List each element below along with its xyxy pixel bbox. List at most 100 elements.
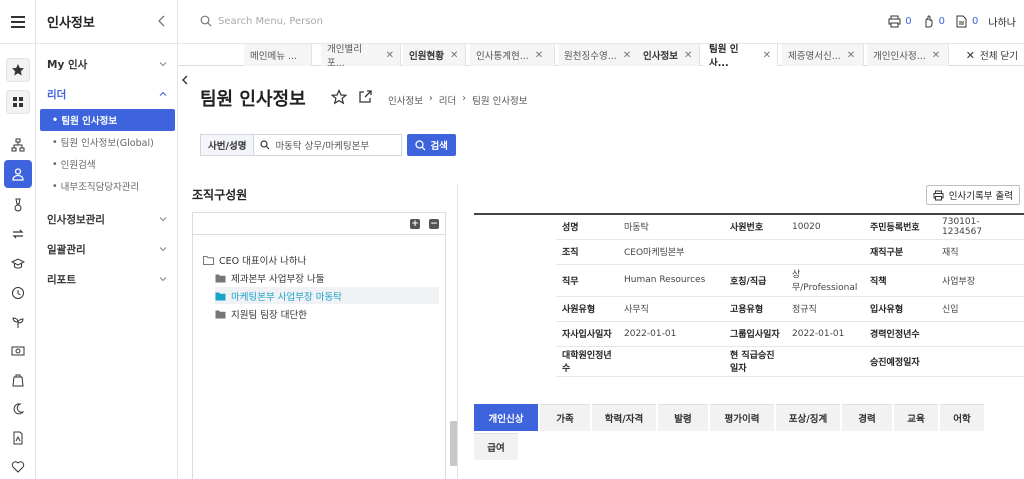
heart-icon[interactable] — [6, 455, 30, 479]
close-icon[interactable]: ✕ — [450, 50, 458, 61]
sidebar-group-leader[interactable]: 리더 — [36, 79, 177, 109]
chevron-down-icon — [159, 277, 167, 282]
top-bar: Search Menu, Person 0 0 0 나하나 — [178, 0, 1024, 44]
open-tabs: 메인메뉴 ... 개인별리포... ✕ 인원현황 ✕ 인사통계현... ✕ 원천징수영… — [178, 44, 1024, 69]
favorites-icon[interactable] — [6, 58, 30, 82]
panel-divider — [457, 184, 458, 479]
tree-node-child-selected[interactable]: 마케팅본부 사업부장 마동탁 — [215, 287, 439, 304]
sidebar-item-people-search[interactable]: • 인원검색 — [40, 153, 175, 175]
close-icon: ✕ — [965, 48, 976, 62]
sidebar-item-team-info-global[interactable]: • 팀원 인사정보(Global) — [40, 131, 175, 153]
tab-evaluation[interactable]: 평가이력 — [710, 404, 774, 431]
tab-personal-hr[interactable]: 개인인사정... ✕ — [867, 44, 949, 66]
sidebar-group-my[interactable]: My 인사 — [36, 49, 177, 79]
search-icon — [260, 140, 270, 150]
print-queue[interactable]: 0 — [888, 15, 912, 28]
search-icon — [200, 15, 212, 27]
folder-icon — [215, 292, 226, 300]
hand-icon — [925, 15, 933, 28]
sidebar-item-org-manager[interactable]: • 내부조직담당자관리 — [40, 175, 175, 197]
sidebar-group-hr-manage[interactable]: 인사정보관리 — [36, 204, 177, 234]
folder-icon — [215, 310, 226, 318]
tree-node-child[interactable]: 지원팀 팀장 대단한 — [215, 305, 307, 322]
tree-node-child[interactable]: 제과본부 사업부장 나둘 — [215, 269, 324, 286]
tab-headcount[interactable]: 인원현황 ✕ — [403, 44, 466, 66]
tab-personal-report[interactable]: 개인별리포... ✕ — [321, 44, 401, 69]
user-name[interactable]: 나하나 — [988, 14, 1016, 29]
external-link-icon[interactable] — [358, 89, 373, 104]
tab-family[interactable]: 가족 — [540, 404, 590, 431]
tree-node-root[interactable]: CEO 대표이사 나하나 — [203, 251, 306, 268]
medal-icon[interactable] — [6, 193, 30, 217]
tab-certificate[interactable]: 제증명서신... ✕ — [782, 44, 864, 66]
tab-training[interactable]: 교육 — [894, 404, 938, 431]
close-all-button[interactable]: ✕ 전체 닫기 — [966, 44, 1018, 66]
sidebar: 인사정보 My 인사 리더 • 팀원 인사정보 • 팀원 인사정보(Global… — [36, 0, 178, 479]
apps-grid-icon[interactable] — [6, 90, 30, 114]
money-icon[interactable] — [6, 339, 30, 363]
transfer-icon[interactable] — [6, 222, 30, 246]
employee-info-table: 성명 마동탁 사원번호 10020 주민등록번호 730101-1234567 조직 C… — [474, 213, 1024, 377]
chevron-down-icon — [159, 62, 167, 67]
printer-icon — [888, 15, 901, 28]
tab-appointment[interactable]: 발령 — [658, 404, 708, 431]
chevron-down-icon — [159, 247, 167, 252]
org-chart-icon[interactable] — [6, 133, 30, 157]
tab-language[interactable]: 어학 — [940, 404, 984, 431]
chevron-up-icon — [159, 91, 167, 96]
search-input[interactable]: Search Menu, Person — [218, 16, 323, 27]
sidebar-title: 인사정보 — [36, 0, 177, 44]
search-button[interactable]: 검색 — [407, 134, 456, 156]
icon-rail — [0, 0, 36, 479]
folder-icon — [215, 274, 226, 282]
clock-icon[interactable] — [6, 281, 30, 305]
expand-all-icon[interactable]: + — [410, 219, 420, 229]
close-icon[interactable]: ✕ — [847, 50, 855, 61]
close-icon[interactable]: ✕ — [623, 50, 631, 61]
documents[interactable]: 0 — [955, 15, 978, 28]
collapse-all-icon[interactable]: − — [429, 219, 439, 229]
tab-withholding[interactable]: 원천징수영... ✕ — [558, 44, 640, 66]
close-icon[interactable]: ✕ — [684, 50, 692, 61]
tab-career[interactable]: 경력 — [842, 404, 892, 431]
document-icon — [956, 15, 967, 28]
tab-education-license[interactable]: 학력/자격 — [592, 404, 656, 431]
filter-label: 사번/성명 — [200, 134, 255, 156]
person-icon[interactable] — [4, 160, 32, 188]
org-tree: + − CEO 대표이사 나하나 제과본부 사업부장 나둘 마케팅본부 사업부장… — [192, 212, 446, 479]
sidebar-group-bulk[interactable]: 일괄관리 — [36, 234, 177, 264]
folder-open-icon — [203, 255, 214, 265]
document-icon[interactable] — [6, 426, 30, 450]
org-members-title: 조직구성원 — [192, 188, 248, 202]
tab-hr-stats[interactable]: 인사통계현... ✕ — [470, 44, 555, 66]
close-icon[interactable]: ✕ — [932, 50, 940, 61]
close-icon[interactable]: ✕ — [386, 50, 394, 61]
education-icon[interactable] — [6, 252, 30, 276]
approvals[interactable]: 0 — [922, 15, 945, 28]
search-icon — [415, 139, 426, 150]
sidebar-item-team-info[interactable]: • 팀원 인사정보 — [40, 109, 175, 131]
chevron-left-icon[interactable] — [180, 74, 190, 86]
tab-main-menu[interactable]: 메인메뉴 ... — [244, 44, 312, 66]
chevron-left-icon[interactable] — [157, 15, 167, 27]
printer-icon — [933, 190, 944, 200]
close-icon[interactable]: ✕ — [763, 50, 771, 61]
print-record-button[interactable]: 인사기록부 출력 — [925, 185, 1020, 205]
sidebar-group-report[interactable]: 리포트 — [36, 264, 177, 294]
bag-icon[interactable] — [6, 368, 30, 392]
tab-reward-discipline[interactable]: 포상/징계 — [776, 404, 840, 431]
menu-icon[interactable] — [0, 0, 36, 44]
close-icon[interactable]: ✕ — [535, 50, 543, 61]
employee-photo — [474, 214, 556, 376]
detail-tabs: 개인신상 가족 학력/자격 발령 평가이력 포상/징계 경력 교육 어학 급여 — [474, 404, 999, 462]
star-icon[interactable] — [331, 89, 347, 105]
tab-hr-info[interactable]: 인사정보 ✕ — [637, 44, 700, 66]
moon-icon[interactable] — [6, 397, 30, 421]
sprout-icon[interactable] — [6, 310, 30, 334]
global-search[interactable]: Search Menu, Person — [200, 15, 323, 27]
tab-personal[interactable]: 개인신상 — [474, 404, 538, 431]
tab-salary[interactable]: 급여 — [474, 433, 518, 460]
breadcrumb: 인사정보 › 리더 › 팀원 인사정보 — [388, 93, 528, 107]
tab-team-info[interactable]: 팀원 인사... ✕ — [703, 44, 778, 69]
employee-search-input[interactable]: 마동탁 상무/마케팅본부 — [254, 134, 403, 156]
